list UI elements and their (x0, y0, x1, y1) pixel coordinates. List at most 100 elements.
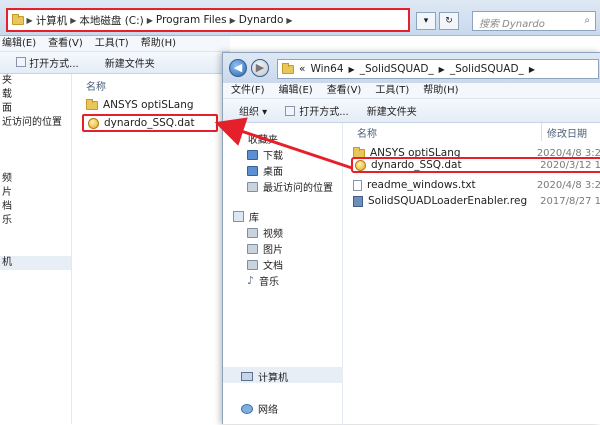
file-row[interactable]: readme_windows.txt 2020/4/8 3:2 (353, 177, 600, 193)
open-with-button[interactable]: 打开方式... (285, 103, 349, 118)
chevron-right-icon: ▶ (24, 15, 33, 25)
nav-item[interactable]: 面 (0, 102, 71, 116)
back-address-bar[interactable]: ▶ 计算机 ▶ 本地磁盘 (C:) ▶ Program Files ▶ Dyna… (6, 8, 410, 32)
breadcrumb-win64[interactable]: Win64 (310, 63, 343, 75)
nav-downloads[interactable]: 下载 (247, 147, 283, 162)
nav-label: 图片 (263, 245, 283, 256)
nav-label: 最近访问的位置 (263, 183, 333, 194)
nav-recent[interactable]: 最近访问的位置 (247, 179, 333, 194)
dat-file-icon (355, 159, 366, 171)
nav-documents[interactable]: 文档 (247, 257, 283, 272)
nav-item[interactable]: 片 (0, 186, 71, 200)
new-folder-button[interactable]: 新建文件夹 (105, 55, 155, 70)
computer-icon (241, 372, 253, 381)
open-with-label: 打开方式... (29, 59, 79, 70)
file-row[interactable]: SolidSQUADLoaderEnabler.reg 2017/8/27 1 (353, 193, 600, 209)
nav-item[interactable]: 载 (0, 88, 71, 102)
menu-view[interactable]: 查看(V) (327, 83, 362, 98)
nav-computer[interactable]: 计算机 (241, 369, 288, 384)
back-navigation-pane: 夹 载 面 近访问的位置 频 片 档 乐 机 (0, 74, 72, 424)
column-header-name[interactable]: 名称 (357, 125, 377, 140)
back-toolbar: 打开方式... 新建文件夹 (0, 52, 230, 74)
breadcrumb-solidsquad-2[interactable]: _SolidSQUAD_ (450, 63, 524, 75)
menu-view[interactable]: 查看(V) (48, 36, 83, 51)
dropdown-icon[interactable]: ▾ (416, 12, 436, 30)
search-placeholder: 搜索 Dynardo (479, 19, 545, 30)
front-address-bar[interactable]: « Win64 ▶ _SolidSQUAD_ ▶ _SolidSQUAD_ ▶ (277, 59, 599, 79)
folder-icon (12, 13, 24, 25)
pictures-icon (247, 243, 258, 254)
network-icon (241, 403, 253, 414)
nav-item[interactable] (0, 158, 71, 172)
nav-label: 网络 (258, 405, 278, 416)
file-name: readme_windows.txt (367, 179, 476, 191)
front-navigation-pane: ★ 收藏夹 下载 桌面 最近访问的位置 库 视频 图片 文档 ♪ 音乐 计算机 … (223, 123, 343, 425)
nav-item[interactable] (0, 144, 71, 158)
chevron-right-icon: ▶ (70, 15, 77, 25)
nav-favorites[interactable]: ★ 收藏夹 (233, 131, 278, 146)
nav-desktop[interactable]: 桌面 (247, 163, 283, 178)
file-row-highlighted[interactable]: dynardo_SSQ.dat (82, 114, 218, 132)
nav-label: 桌面 (263, 167, 283, 178)
video-icon (247, 227, 258, 238)
nav-pictures[interactable]: 图片 (247, 241, 283, 256)
front-menu-bar: 文件(F) 编辑(E) 查看(V) 工具(T) 帮助(H) (223, 83, 600, 99)
forward-arrow-icon[interactable]: ▶ (251, 59, 269, 77)
breadcrumb-local-disk[interactable]: 本地磁盘 (C:) (79, 13, 143, 28)
breadcrumb-program-files[interactable]: Program Files (156, 14, 227, 26)
nav-item[interactable]: 乐 (0, 214, 71, 228)
search-input[interactable]: 搜索 Dynardo ⌕ (472, 11, 596, 31)
organize-button[interactable]: 组织 ▾ (239, 103, 267, 118)
nav-item[interactable]: 频 (0, 172, 71, 186)
menu-tools[interactable]: 工具(T) (375, 83, 409, 98)
nav-libraries[interactable]: 库 (233, 209, 259, 224)
file-row-highlighted[interactable]: dynardo_SSQ.dat 2020/3/12 1 (351, 157, 600, 173)
menu-file[interactable]: 文件(F) (231, 83, 265, 98)
breadcrumb-solidsquad-1[interactable]: _SolidSQUAD_ (360, 63, 434, 75)
front-explorer-window: ◀ ▶ « Win64 ▶ _SolidSQUAD_ ▶ _SolidSQUAD… (222, 52, 600, 425)
back-address-bar-area: ▶ 计算机 ▶ 本地磁盘 (C:) ▶ Program Files ▶ Dyna… (0, 0, 600, 36)
menu-edit[interactable]: 编辑(E) (279, 83, 313, 98)
back-arrow-icon[interactable]: ◀ (229, 59, 247, 77)
refresh-icon[interactable]: ↻ (439, 12, 459, 30)
nav-network[interactable]: 网络 (241, 401, 278, 416)
chevron-right-icon: ▶ (528, 64, 535, 74)
file-name: SolidSQUADLoaderEnabler.reg (368, 195, 528, 207)
open-with-button[interactable]: 打开方式... (16, 55, 79, 70)
library-icon (233, 211, 244, 222)
nav-videos[interactable]: 视频 (247, 225, 283, 240)
file-date: 2020/3/12 1 (540, 159, 600, 171)
nav-music[interactable]: ♪ 音乐 (247, 273, 279, 288)
menu-edit[interactable]: 编辑(E) (2, 36, 36, 51)
new-folder-button[interactable]: 新建文件夹 (367, 103, 417, 118)
nav-item[interactable] (0, 228, 71, 242)
downloads-icon (247, 149, 258, 160)
file-date: 2017/8/27 1 (540, 195, 600, 207)
chevron-right-icon: ▶ (348, 64, 355, 74)
nav-item[interactable]: 档 (0, 200, 71, 214)
menu-tools[interactable]: 工具(T) (95, 36, 129, 51)
folder-icon (282, 62, 294, 74)
nav-item[interactable] (0, 242, 71, 256)
menu-help[interactable]: 帮助(H) (423, 83, 458, 98)
column-divider[interactable] (541, 121, 542, 141)
nav-item[interactable]: 机 (0, 256, 71, 270)
search-icon[interactable]: ⌕ (584, 15, 590, 26)
nav-label: 计算机 (258, 373, 288, 384)
open-with-label: 打开方式... (299, 107, 349, 118)
menu-help[interactable]: 帮助(H) (141, 36, 176, 51)
nav-item[interactable]: 近访问的位置 (0, 116, 71, 130)
breadcrumb-computer[interactable]: 计算机 (36, 13, 68, 28)
breadcrumb-dynardo[interactable]: Dynardo (239, 14, 284, 26)
column-header-date[interactable]: 修改日期 (547, 125, 587, 140)
nav-item[interactable]: 夹 (0, 74, 71, 88)
desktop-icon (247, 165, 258, 176)
breadcrumb-overflow[interactable]: « (299, 63, 305, 75)
chevron-right-icon: ▶ (229, 15, 236, 25)
star-icon: ★ (233, 132, 243, 145)
nav-item[interactable] (0, 130, 71, 144)
column-header-name[interactable]: 名称 (86, 78, 106, 93)
music-icon: ♪ (247, 274, 255, 287)
file-row[interactable]: ANSYS optiSLang (86, 96, 218, 114)
file-name: dynardo_SSQ.dat (104, 117, 195, 129)
